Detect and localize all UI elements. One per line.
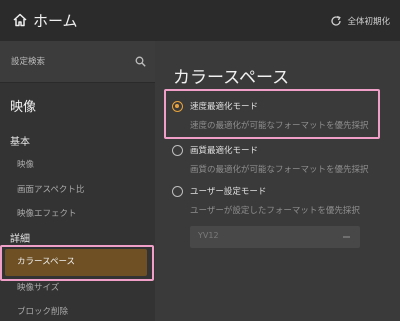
sidebar-item-video-effect[interactable]: 映像エフェクト [17,207,77,219]
search-icon[interactable] [135,56,146,67]
settings-panel: カラースペース 速度最適化モード 速度の最適化が可能なフォーマットを優先採択 画… [155,41,400,321]
format-select-value: YV12 [198,231,219,240]
sidebar-title: 映像 [10,100,37,115]
option-user-mode-description: ユーザーが設定したフォーマットを優先採択 [190,206,360,216]
radio-speed-mode[interactable] [172,101,183,112]
reset-all-label: 全体初期化 [347,17,390,27]
sidebar-item-video[interactable]: 映像 [17,158,34,170]
radio-user-mode[interactable] [172,186,183,197]
option-user-mode-label: ユーザー設定モード [190,187,267,197]
top-bar: ホーム 全体初期化 [0,0,400,41]
sidebar-item-block-removal[interactable]: ブロック削除 [17,305,68,317]
option-quality-mode-label: 画質最適化モード [190,146,259,156]
sidebar-item-aspect-ratio[interactable]: 画面アスペクト比 [17,183,84,195]
section-advanced: 詳細 [10,234,30,245]
reset-all-button[interactable]: 全体初期化 [330,13,390,29]
option-quality-mode-description: 画質の最適化が可能なフォーマットを優先採択 [190,165,369,175]
home-label: ホーム [33,11,78,30]
search-input[interactable] [11,53,129,71]
highlight-outline-option [164,89,380,139]
refresh-icon [331,15,342,26]
home-button[interactable]: ホーム [12,9,78,31]
settings-search [0,41,155,83]
page-title: カラースペース [173,68,290,88]
sidebar-item-video-size[interactable]: 映像サイズ [17,281,59,293]
format-select: YV12 [190,226,360,248]
select-dash-icon [343,236,350,238]
radio-quality-mode[interactable] [172,145,183,156]
section-basic: 基本 [10,137,30,148]
home-icon [13,13,27,27]
option-speed-mode-label: 速度最適化モード [190,102,259,112]
option-speed-mode-description: 速度の最適化が可能なフォーマットを優先採択 [190,121,369,131]
sidebar: 映像 基本 映像 画面アスペクト比 映像エフェクト 詳細 カラースペース 映像サ… [0,41,155,321]
sidebar-item-color-space[interactable]: カラースペース [5,249,147,276]
